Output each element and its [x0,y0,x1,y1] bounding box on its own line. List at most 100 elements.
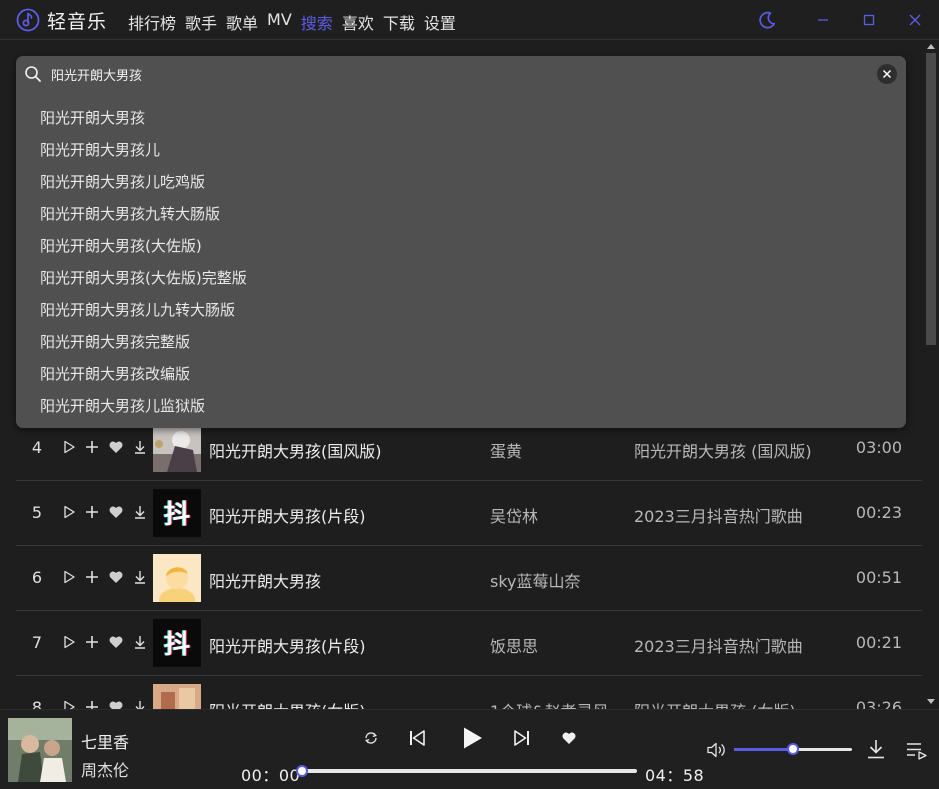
search-icon [25,66,41,82]
search-suggestion[interactable]: 阳光开朗大男孩九转大肠版 [40,203,220,224]
song-duration: 00:51 [855,568,902,587]
search-suggestion[interactable]: 阳光开朗大男孩完整版 [40,331,190,352]
heart-icon[interactable] [108,504,124,520]
minimize-icon [818,19,828,21]
song-name[interactable]: 阳光开朗大男孩(国风版) [209,438,382,462]
song-artist[interactable]: 吴岱林 [490,503,538,527]
volume-slider[interactable] [734,743,852,755]
close-button[interactable] [903,8,927,32]
search-suggestion[interactable]: 阳光开朗大男孩 [40,107,145,128]
song-artist[interactable]: sky蓝莓山奈 [490,568,581,592]
song-duration: 00:21 [855,633,902,652]
add-icon[interactable] [84,634,100,650]
album-cover [153,554,201,602]
download-icon[interactable] [132,569,148,585]
volume-level [734,748,793,751]
add-icon[interactable] [84,504,100,520]
download-icon[interactable] [132,439,148,455]
download-icon[interactable] [132,634,148,650]
next-icon[interactable] [513,728,531,748]
song-index: 5 [31,503,43,522]
nav-item-singers[interactable]: 歌手 [185,10,217,34]
download-icon[interactable] [866,738,886,760]
scroll-down-icon[interactable] [927,699,935,704]
current-time: 00：00 [241,766,301,785]
now-playing-title[interactable]: 七里香 [81,729,129,753]
search-panel: 阳光开朗大男孩 阳光开朗大男孩儿 阳光开朗大男孩儿吃鸡版 阳光开朗大男孩九转大肠… [16,56,906,428]
song-duration: 00:23 [855,503,902,522]
scroll-up-icon[interactable] [927,44,935,49]
heart-icon[interactable] [108,439,124,455]
song-artist[interactable]: 蛋黄 [490,438,522,462]
nav-item-playlists[interactable]: 歌单 [226,10,258,34]
scrollbar-thumb[interactable] [926,53,936,345]
player-bar: 七里香 周杰伦 00：00 04：58 [0,709,939,789]
total-time: 04：58 [645,766,705,785]
song-row[interactable]: 5 抖 抖 抖 阳光开朗大男孩(片段) 吴岱林 2023三月抖音热门歌曲 00:… [16,481,922,546]
play-icon[interactable] [61,634,77,650]
add-icon[interactable] [84,569,100,585]
search-suggestion[interactable]: 阳光开朗大男孩儿吃鸡版 [40,171,205,192]
svg-text:抖: 抖 [164,630,190,660]
main-nav: 排行榜 歌手 歌单 MV 搜索 喜欢 下载 设置 [128,10,465,34]
play-icon[interactable] [61,569,77,585]
clear-search-button[interactable] [877,64,897,84]
heart-icon[interactable] [108,569,124,585]
song-index: 6 [31,568,43,587]
now-playing-artist[interactable]: 周杰伦 [81,757,129,781]
clear-icon [882,69,892,79]
app-logo-icon [16,8,40,32]
song-duration: 03:00 [855,438,902,457]
title-bar: 轻音乐 排行榜 歌手 歌单 MV 搜索 喜欢 下载 设置 [0,0,939,40]
repeat-icon[interactable] [363,730,379,746]
search-suggestion[interactable]: 阳光开朗大男孩(大佐版)完整版 [40,267,247,288]
theme-moon-icon [759,11,776,29]
search-input[interactable] [51,64,851,84]
heart-icon[interactable] [561,730,577,746]
song-artist[interactable]: 饭思思 [490,633,538,657]
song-name[interactable]: 阳光开朗大男孩 [209,568,321,592]
volume-knob[interactable] [787,743,799,755]
search-suggestion[interactable]: 阳光开朗大男孩儿监狱版 [40,395,205,416]
minimize-button[interactable] [811,8,835,32]
app-title: 轻音乐 [47,11,108,33]
nav-item-favorites[interactable]: 喜欢 [342,10,374,34]
song-row[interactable]: 7 抖 抖 抖 阳光开朗大男孩(片段) 饭思思 2023三月抖音热门歌曲 00:… [16,611,922,676]
download-icon[interactable] [132,504,148,520]
song-row[interactable]: 6 阳光开朗大男孩 sky蓝莓山奈 00:51 [16,546,922,611]
search-suggestion[interactable]: 阳光开朗大男孩改编版 [40,363,190,384]
now-playing-cover[interactable] [8,718,72,782]
theme-toggle-button[interactable] [755,8,779,32]
list-scrollbar[interactable] [923,41,939,709]
play-icon[interactable] [61,504,77,520]
progress-bar[interactable] [296,765,637,777]
nav-item-settings[interactable]: 设置 [424,10,456,34]
song-album[interactable]: 2023三月抖音热门歌曲 [634,633,803,657]
album-cover [153,424,201,472]
search-suggestion[interactable]: 阳光开朗大男孩儿九转大肠版 [40,299,235,320]
nav-item-search[interactable]: 搜索 [301,10,333,34]
album-cover: 抖 抖 抖 [153,489,201,537]
search-suggestion[interactable]: 阳光开朗大男孩(大佐版) [40,235,202,256]
search-suggestion[interactable]: 阳光开朗大男孩儿 [40,139,160,160]
nav-item-mv[interactable]: MV [267,10,292,34]
song-index: 7 [31,633,43,652]
song-name[interactable]: 阳光开朗大男孩(片段) [209,503,366,527]
add-icon[interactable] [84,439,100,455]
song-index: 4 [31,438,43,457]
volume-icon[interactable] [706,741,726,759]
nav-item-downloads[interactable]: 下载 [383,10,415,34]
heart-icon[interactable] [108,634,124,650]
song-album[interactable]: 2023三月抖音热门歌曲 [634,503,803,527]
song-album[interactable]: 阳光开朗大男孩 (国风版) [634,438,812,462]
nav-item-charts[interactable]: 排行榜 [128,10,176,34]
playlist-icon[interactable] [905,740,929,760]
song-name[interactable]: 阳光开朗大男孩(片段) [209,633,366,657]
close-icon [909,14,921,26]
maximize-button[interactable] [857,8,881,32]
progress-knob[interactable] [296,765,308,777]
play-icon[interactable] [61,439,77,455]
svg-text:抖: 抖 [164,500,190,530]
play-pause-icon[interactable] [459,725,485,751]
previous-icon[interactable] [408,728,426,748]
